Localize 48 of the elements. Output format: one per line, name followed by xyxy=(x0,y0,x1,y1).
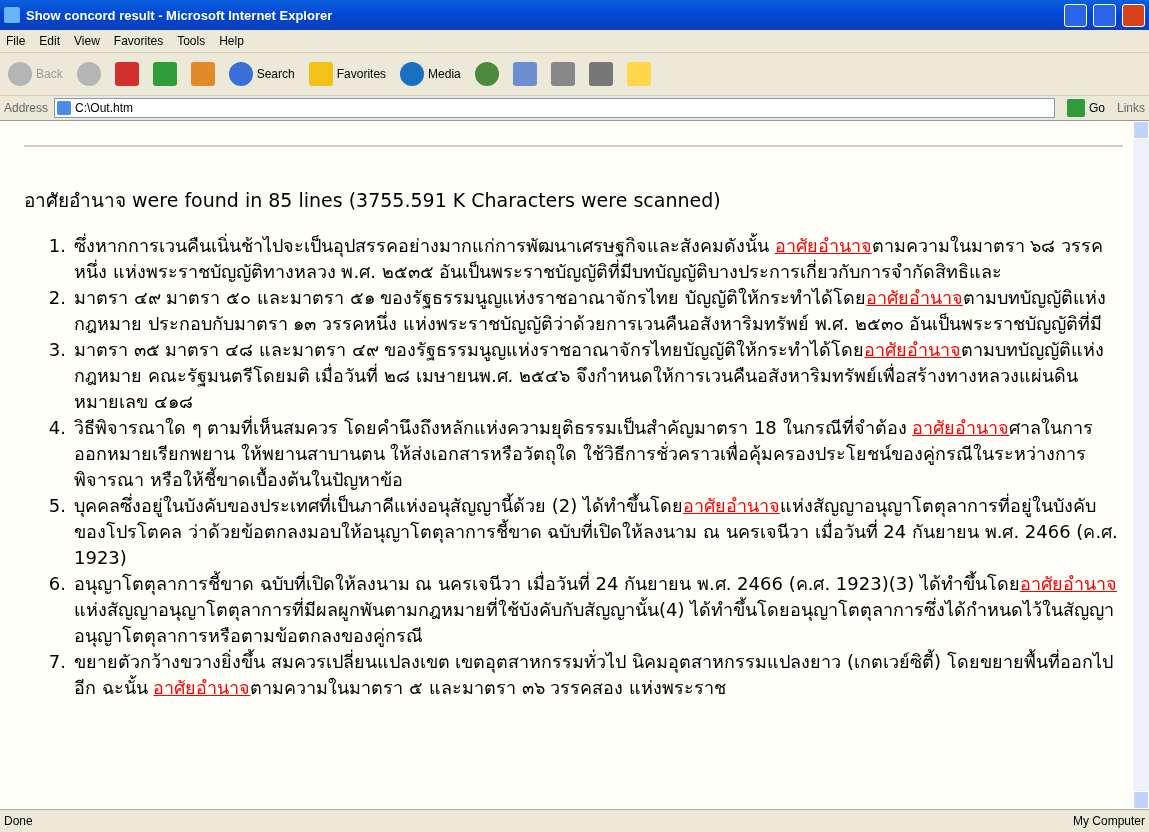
status-text: Done xyxy=(4,814,34,828)
result-line: ขยายตัวกว้างขวางยิ่งขึ้น สมควรเปลี่ยนแปลงเขต เขตอุตสาหกรรมทั่วไป นิคมอุตสาหกรรมแปลงยาว (เกตเวย์ซิตี้) โดยขยายพื้นที่ออกไปอีก ฉะนั้น อาศัยอำนาจตามความในมาตรา ๕ และมาตรา ๓๖ วรรคสอง แห่งพระราช xyxy=(74,649,1114,700)
item-number: 3. xyxy=(47,338,67,362)
result-summary: อาศัยอำนาจ were found in 85 lines (3755.591 K Characters were scanned) xyxy=(24,188,722,213)
maximize-button[interactable] xyxy=(1093,3,1116,27)
menu-item[interactable]: Help xyxy=(219,34,244,48)
print-button[interactable] xyxy=(548,60,577,88)
media-button[interactable]: Media xyxy=(398,60,463,88)
item-number: 7. xyxy=(47,650,67,674)
menu-item[interactable]: Favorites xyxy=(113,34,164,48)
result-line: มาตรา ๔๙ มาตรา ๕๐ และมาตรา ๕๑ ของรัฐธรรมนูญแห่งราชอาณาจักรไทย บัญญัติให้กระทำได้โดยอาศัยอำนาจตามบทบัญญัติแห่งกฎหมาย ประกอบกับมาตรา ๑๓ วรรคหนึ่ง แห่งพระราชบัญญัติว่าด้วยการเวนคืนอสังหาริมทรัพย์ พ.ศ. ๒๕๓๐ อันเป็นพระราชบัญญัติที่มี xyxy=(74,286,1108,336)
result-line: มาตรา ๓๕ มาตรา ๔๘ และมาตรา ๔๙ ของรัฐธรรมนูญแห่งราชอาณาจักรไทยบัญญัติให้กระทำได้โดยอาศัยอำนาจตามบทบัญญัติแห่งกฎหมาย คณะรัฐมนตรีโดยมติ เมื่อวันที่ ๒๘ เมษายนพ.ศ. ๒๕๔๖ จึงกำหนดให้การเวนคืนอสังหาริมทรัพย์เพื่อสร้างทางหลวงแผ่นดินหมายเลข ๔๑๘ xyxy=(74,338,1106,414)
links-label[interactable]: Links xyxy=(1117,101,1145,115)
zone-label: My Computer xyxy=(1072,814,1145,828)
result-line: ซึ่งหากการเวนคืนเนิ่นช้าไปจะเป็นอุปสรรคอย่างมากแก่การพัฒนาเศรษฐกิจและสังคมดังนั้น อาศัยอำนาจตามความในมาตรา ๖๘ วรรคหนึ่ง แห่งพระราชบัญญัติทางหลวง พ.ศ. ๒๕๓๕ อันเป็นพระราชบัญญัติที่มีบทบัญญัติบางประการเกี่ยวกับการจำกัดสิทธิและ xyxy=(74,233,1105,284)
menu-item[interactable]: Edit xyxy=(39,34,61,48)
minimize-button[interactable] xyxy=(1064,3,1087,27)
window-title: Show concord result - Microsoft Internet Explorer xyxy=(26,7,334,23)
favorites-button[interactable]: Favorites xyxy=(306,60,389,88)
search-button[interactable]: Search xyxy=(226,60,297,88)
item-number: 2. xyxy=(47,286,67,310)
match-link[interactable]: อาศัยอำนาจ xyxy=(774,235,872,256)
item-number: 6. xyxy=(47,572,67,596)
item-number: 4. xyxy=(47,416,67,440)
item-number: 5. xyxy=(47,494,67,518)
edit-button[interactable] xyxy=(586,60,615,88)
match-link[interactable]: อาศัยอำนาจ xyxy=(912,417,1010,438)
result-line: บุคคลซึ่งอยู่ในบังคับของประเทศที่เป็นภาคีแห่งอนุสัญญานี้ด้วย (2) ได้ทำขึ้นโดยอาศัยอำนาจแห่งสัญญาอนุญาโตตุลาการที่อยู่ในบังคับของโปรโตคล ว่าด้วยข้อตกลงมอบให้อนุญาโตตุลาการชี้ขาด ฉบับที่เปิดให้ลงนาม ณ นครเจนีวา เมื่อวันที่ 24 กันยายน พ.ศ. 2466 (ค.ศ. 1923) xyxy=(74,493,1119,570)
refresh-button[interactable] xyxy=(150,60,179,88)
match-link[interactable]: อาศัยอำนาจ xyxy=(1019,573,1117,594)
match-link[interactable]: อาศัยอำนาจ xyxy=(153,677,251,698)
menu-item[interactable]: View xyxy=(74,34,100,48)
match-link[interactable]: อาศัยอำนาจ xyxy=(682,495,780,516)
match-link[interactable]: อาศัยอำนาจ xyxy=(864,339,962,360)
menu-item[interactable]: Tools xyxy=(177,34,206,48)
home-button[interactable] xyxy=(188,60,217,88)
item-number: 1. xyxy=(47,234,67,258)
go-button[interactable]: Go xyxy=(1060,98,1111,118)
close-button[interactable] xyxy=(1122,3,1145,27)
menu-item[interactable]: File xyxy=(6,34,26,48)
scrollbar[interactable] xyxy=(1133,121,1149,809)
address-field[interactable]: C:\Out.htm xyxy=(54,98,1055,118)
address-label: Address xyxy=(4,101,49,115)
result-line: อนุญาโตตุลาการชี้ขาด ฉบับที่เปิดให้ลงนาม ณ นครเจนีวา เมื่อวันที่ 24 กันยายน พ.ศ. 2466 (ค.ศ. 1923)(3) ได้ทำขึ้นโดยอาศัยอำนาจ แห่งสัญญาอนุญาโตตุลาการที่มีผลผูกพันตามกฎหมายที่ใช้บังคับกับสัญญานั้น(4) ได้ทำขึ้นโดยอนุญาโตตุลาการซึ่งได้กำหนดไว้ในสัญญาอนุญาโตตุลาการหรือตามข้อตกลงของคู่กรณี xyxy=(74,571,1118,649)
result-line: วิธีพิจารณาใด ๆ ตามที่เห็นสมควร โดยคำนึงถึงหลักแห่งความยุติธรรมเป็นสำคัญมาตรา 18 ในกรณีที่จำต้อง อาศัยอำนาจศาลในการออกหมายเรียกพยาน ให้พยานสาบานตน ให้ส่งเอกสารหรือวัตถุใด ใช้วิธีการชั่วคราวเพื่อคุ้มครองประโยชน์ของคู่กรณีในระหว่างการพิจารณา หรือให้ชี้ขาดเบื้องต้นในปัญหาข้อ xyxy=(74,415,1095,492)
match-link[interactable]: อาศัยอำนาจ xyxy=(866,287,964,308)
mail-button[interactable] xyxy=(510,60,539,88)
stop-button[interactable] xyxy=(112,60,141,88)
